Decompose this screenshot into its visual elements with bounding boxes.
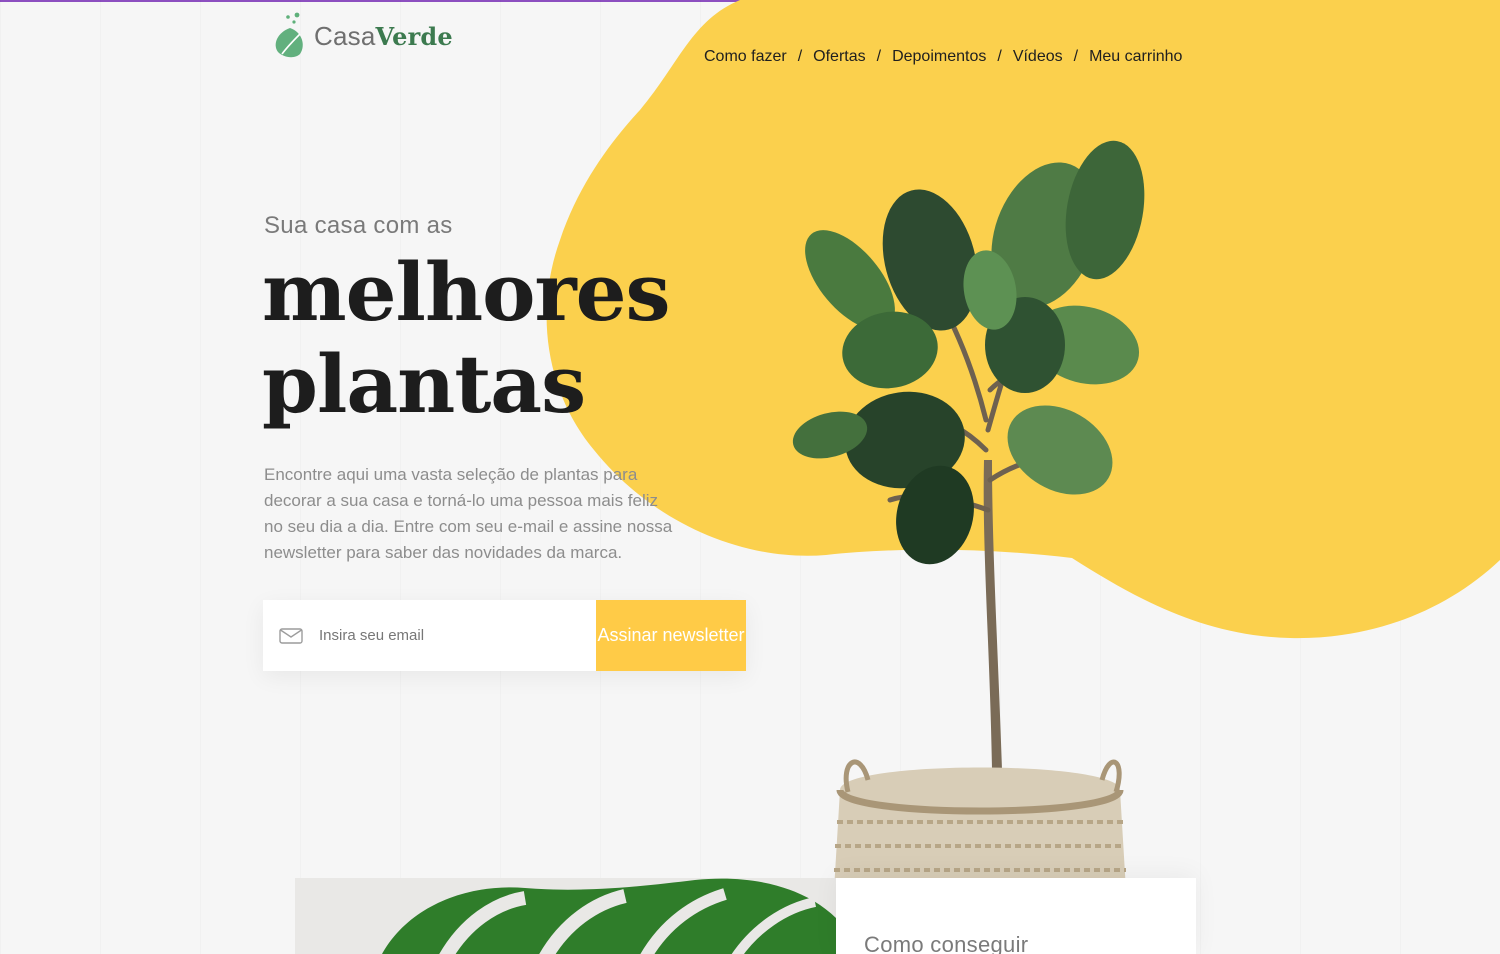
nav-videos[interactable]: Vídeos <box>1013 48 1063 66</box>
email-field-wrapper <box>263 600 596 671</box>
newsletter-form: Assinar newsletter <box>263 600 746 671</box>
how-to-title: Como conseguir <box>864 932 1029 954</box>
hero-description: Encontre aqui uma vasta seleção de plant… <box>264 465 673 562</box>
brand-name-regular: Casa <box>314 20 376 51</box>
monstera-leaf-image <box>382 878 836 954</box>
hero-headline-line1: melhores <box>262 245 671 339</box>
plant-image <box>792 140 1145 890</box>
hero-headline: melhores plantas <box>262 245 671 431</box>
brand-name-bold: Verde <box>375 21 453 51</box>
logo[interactable]: CasaVerde <box>272 12 453 60</box>
leaf-logo-icon <box>275 12 303 58</box>
email-input[interactable] <box>319 627 589 644</box>
nav-separator: / <box>876 48 882 65</box>
nav-depoimentos[interactable]: Depoimentos <box>892 48 986 66</box>
mail-icon <box>279 627 303 644</box>
how-to-card: Como conseguir <box>836 878 1196 954</box>
nav-ofertas[interactable]: Ofertas <box>813 48 865 66</box>
hero-headline-line2: plantas <box>262 337 586 431</box>
subscribe-button[interactable]: Assinar newsletter <box>596 600 746 671</box>
main-nav: Como fazer / Ofertas / Depoimentos / Víd… <box>704 48 1182 66</box>
nav-como-fazer[interactable]: Como fazer <box>704 48 787 66</box>
nav-separator: / <box>797 48 803 65</box>
nav-separator: / <box>997 48 1002 65</box>
hero-kicker: Sua casa com as <box>264 212 453 239</box>
brand-name: CasaVerde <box>314 21 453 52</box>
nav-meu-carrinho[interactable]: Meu carrinho <box>1089 48 1182 66</box>
monstera-photo-card <box>295 878 836 954</box>
nav-separator: / <box>1073 48 1079 65</box>
